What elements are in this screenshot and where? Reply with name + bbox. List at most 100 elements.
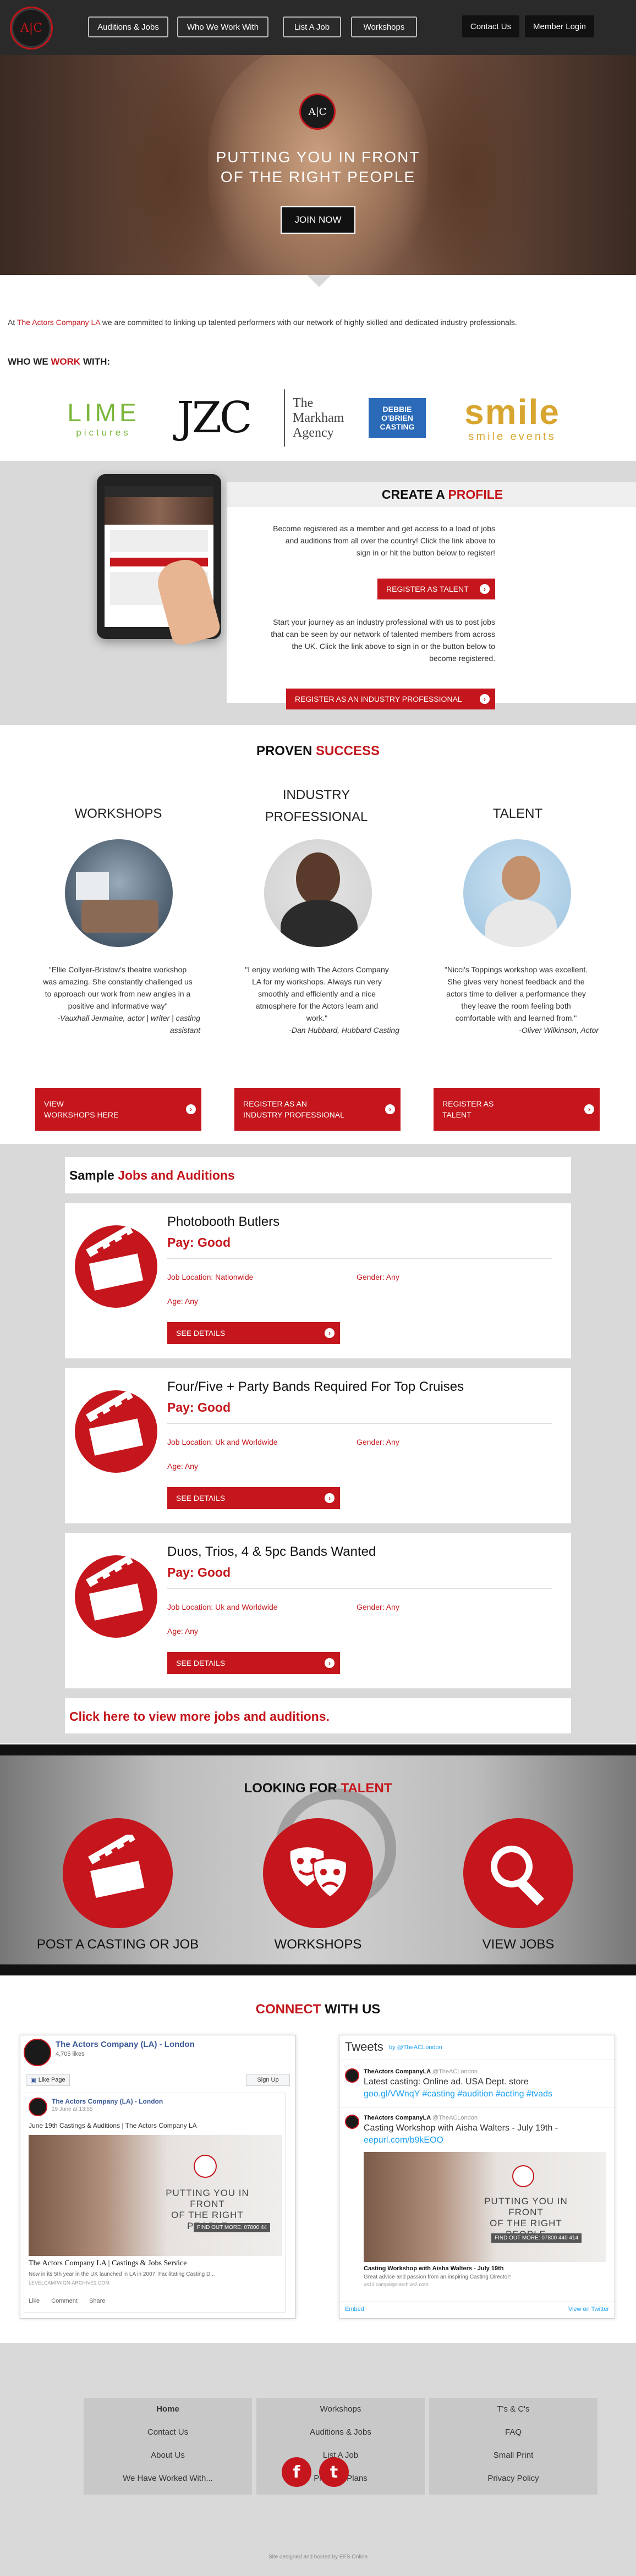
tw-by[interactable]: by @TheACLondon xyxy=(389,2044,442,2051)
see-details-button[interactable]: SEE DETAILS › xyxy=(167,1652,340,1674)
who-post: WITH: xyxy=(80,356,111,367)
nav-auditions-jobs[interactable]: Auditions & Jobs xyxy=(88,16,168,37)
lime-sub: pictures xyxy=(76,427,131,438)
p1-l3: sign in or hit the button below to regis… xyxy=(356,548,495,557)
register-professional-button[interactable]: REGISTER AS AN INDUSTRY PROFESSIONAL › xyxy=(286,689,495,709)
profile-title-pre: CREATE A xyxy=(381,487,448,502)
member-login-button[interactable]: Member Login xyxy=(525,15,594,37)
who-accent: WORK xyxy=(51,356,81,367)
p1-l2: and auditions from all over the country!… xyxy=(285,536,495,545)
p2-l3: the UK. Click the link above to sign in … xyxy=(292,642,495,651)
lime-text: LIME xyxy=(67,398,140,427)
footer-auditions-jobs[interactable]: Auditions & Jobs xyxy=(256,2428,425,2437)
register-talent-button[interactable]: REGISTER AS TALENT › xyxy=(377,579,495,599)
q1-2: was amazing. She constantly challenged u… xyxy=(43,977,193,986)
tw-avatar xyxy=(345,2115,359,2129)
q1-4: positive and informative way" xyxy=(68,1001,168,1010)
nav-workshops[interactable]: Workshops xyxy=(351,16,417,37)
job-title: Photobooth Butlers xyxy=(167,1214,280,1229)
theatre-masks-icon[interactable] xyxy=(263,1818,373,1928)
job-pay: Pay: Good xyxy=(167,1565,231,1579)
fb-post-author[interactable]: The Actors Company (LA) - London xyxy=(52,2098,163,2105)
site-header: A|C Auditions & Jobs Who We Work With Li… xyxy=(0,0,636,55)
view-jobs-label[interactable]: VIEW JOBS xyxy=(436,1937,601,1952)
footer-small-print[interactable]: Small Print xyxy=(429,2451,597,2460)
fb-page-name[interactable]: The Actors Company (LA) - London xyxy=(56,2040,195,2049)
view-workshops-button[interactable]: VIEW WORKSHOPS HERE › xyxy=(35,1088,201,1131)
profile-text-talent: Become registered as a member and get ac… xyxy=(231,522,495,559)
fb-sign-up-button[interactable]: Sign Up xyxy=(246,2074,290,2086)
tw-card-title[interactable]: Casting Workshop with Aisha Walters - Ju… xyxy=(364,2265,503,2272)
see-details-label: SEE DETAILS xyxy=(176,1659,226,1667)
connect-post: WITH US xyxy=(321,2002,381,2017)
register-professional-label: REGISTER AS AN INDUSTRY PROFESSIONAL xyxy=(295,695,462,703)
footer-privacy-policy[interactable]: Privacy Policy xyxy=(429,2474,597,2483)
fb-like-page-button[interactable]: ▣ Like Page xyxy=(26,2074,70,2086)
register-talent-button-2[interactable]: REGISTER AS TALENT › xyxy=(434,1088,600,1131)
job-title: Four/Five + Party Bands Required For Top… xyxy=(167,1379,464,1394)
b2-1: REGISTER AS AN xyxy=(243,1099,307,1108)
who-pre: WHO WE xyxy=(8,356,51,367)
tw-t2-author-row: TheActors CompanyLA @TheACLondon xyxy=(364,2115,478,2121)
post-casting-label[interactable]: POST A CASTING OR JOB xyxy=(35,1937,200,1952)
fb-comment[interactable]: Comment xyxy=(51,2298,78,2304)
footer-faq[interactable]: FAQ xyxy=(429,2428,597,2437)
more-jobs-box: Click here to view more jobs and auditio… xyxy=(65,1698,571,1733)
job-card: Four/Five + Party Bands Required For Top… xyxy=(65,1368,571,1523)
clapperboard-icon xyxy=(75,1390,157,1473)
workshops-label[interactable]: WORKSHOPS xyxy=(235,1937,401,1952)
contact-us-button[interactable]: Contact Us xyxy=(462,15,519,37)
debbie-3: CASTING xyxy=(380,422,415,431)
looking-accent: TALENT xyxy=(341,1781,392,1796)
nav-list-a-job[interactable]: List A Job xyxy=(283,16,341,37)
tw-t1-l2[interactable]: goo.gl/VWnqY #casting #audition #acting … xyxy=(364,2089,552,2099)
jobs-heading-pre: Sample xyxy=(69,1168,118,1182)
arrow-right-icon: › xyxy=(325,1328,335,1338)
tw-card-url: us13.campaign-archive2.com xyxy=(364,2282,429,2287)
footer-credit[interactable]: Site designed and hosted by EFS Online xyxy=(0,2554,636,2560)
who-we-work-with-heading: WHO WE WORK WITH: xyxy=(8,356,110,367)
magnifier-icon[interactable] xyxy=(463,1818,573,1928)
fb-likes: 4,705 likes xyxy=(56,2051,85,2057)
tw-t2-l2[interactable]: eepurl.com/b9kEOO xyxy=(364,2135,443,2145)
footer-worked-with[interactable]: We Have Worked With... xyxy=(84,2474,252,2483)
more-jobs-link[interactable]: Click here to view more jobs and auditio… xyxy=(69,1709,330,1724)
nav-who-we-work-with[interactable]: Who We Work With xyxy=(177,16,268,37)
hero-title: PUTTING YOU IN FRONT OF THE RIGHT PEOPLE xyxy=(208,147,428,187)
footer-about-us[interactable]: About Us xyxy=(84,2451,252,2460)
footer-contact-us[interactable]: Contact Us xyxy=(84,2428,252,2437)
arrow-right-icon: › xyxy=(480,694,490,704)
divider xyxy=(167,1258,552,1259)
tw-view-on-twitter[interactable]: View on Twitter xyxy=(568,2306,609,2313)
footer-home[interactable]: Home xyxy=(84,2404,252,2414)
footer-workshops[interactable]: Workshops xyxy=(256,2404,425,2414)
fb-share[interactable]: Share xyxy=(89,2298,105,2304)
intro-company: The Actors Company LA xyxy=(17,318,100,327)
see-details-button[interactable]: SEE DETAILS › xyxy=(167,1322,340,1344)
p1-l1: Become registered as a member and get ac… xyxy=(273,524,495,533)
fb-card-title[interactable]: The Actors Company LA | Castings & Jobs … xyxy=(29,2259,187,2268)
see-details-button[interactable]: SEE DETAILS › xyxy=(167,1487,340,1509)
register-industry-professional-button[interactable]: REGISTER AS AN INDUSTRY PROFESSIONAL › xyxy=(234,1088,401,1131)
arrow-right-icon: › xyxy=(325,1658,335,1668)
q3-3: actors time to deliver a performance the… xyxy=(446,989,586,998)
twitter-icon[interactable]: t xyxy=(319,2457,349,2487)
looking-for-talent-heading: LOOKING FOR TALENT xyxy=(0,1781,636,1796)
join-now-button[interactable]: JOIN NOW xyxy=(281,206,355,234)
tw-embed[interactable]: Embed xyxy=(345,2306,364,2313)
site-footer: Home Contact Us About Us We Have Worked … xyxy=(0,2343,636,2576)
facebook-icon[interactable]: f xyxy=(282,2457,311,2487)
post-casting-icon[interactable] xyxy=(63,1818,173,1928)
tw-title: Tweets xyxy=(345,2040,383,2054)
profile-title-accent: PROFILE xyxy=(448,487,503,502)
professional-photo xyxy=(264,839,372,947)
fb-icon: ▣ xyxy=(30,2077,36,2084)
site-logo[interactable]: A|C xyxy=(10,7,53,49)
footer-terms[interactable]: T's & C's xyxy=(429,2404,597,2414)
debbie-2: O'BRIEN xyxy=(381,414,413,422)
create-profile-section: CREATE A PROFILE Become registered as a … xyxy=(0,461,636,725)
p2-l1: Start your journey as an industry profes… xyxy=(273,618,495,626)
q2-3: smoothly and efficiently and a nice xyxy=(258,989,376,998)
fb-like[interactable]: Like xyxy=(29,2298,40,2304)
b1-1: VIEW xyxy=(44,1099,64,1108)
